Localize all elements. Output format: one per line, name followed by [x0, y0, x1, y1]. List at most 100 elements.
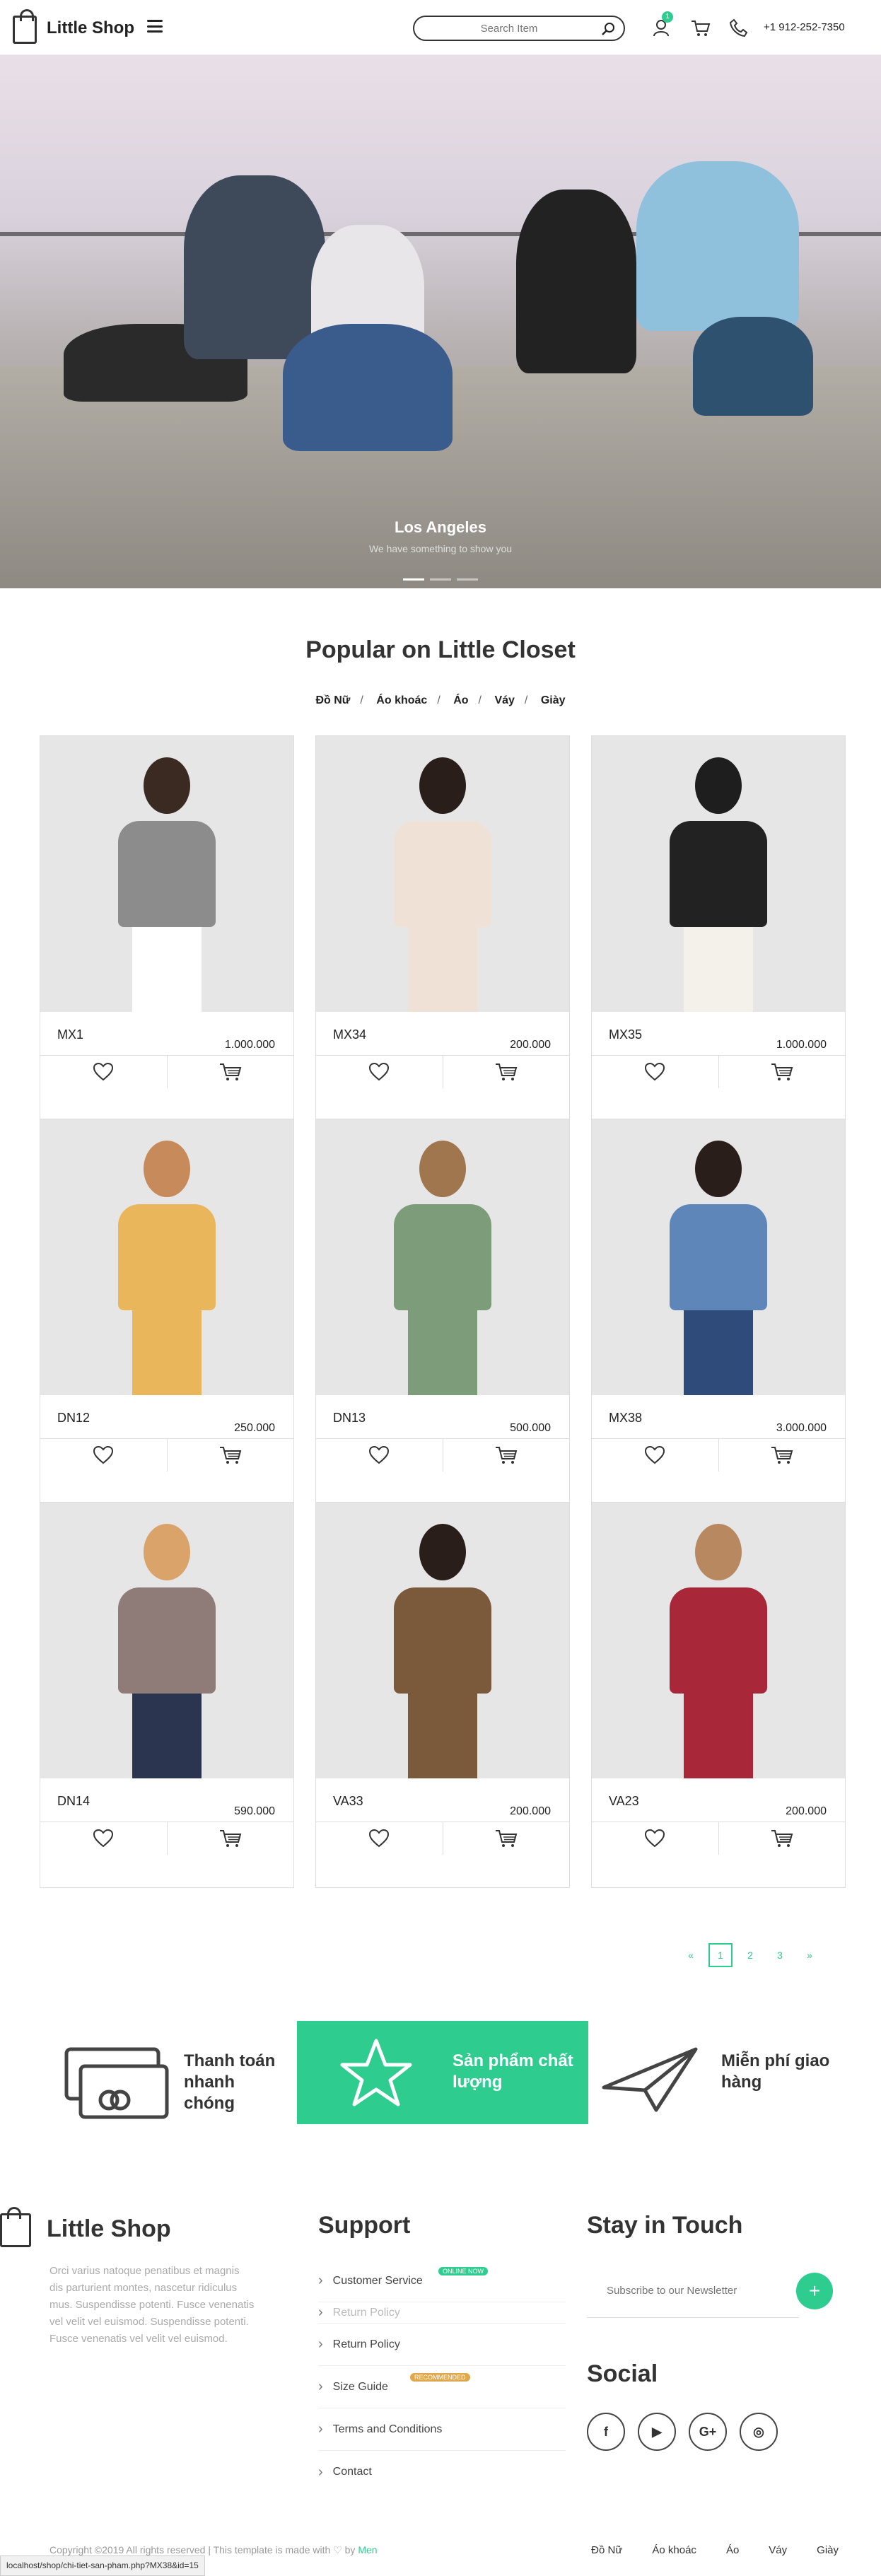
add-to-cart-icon[interactable] [719, 1439, 846, 1471]
product-image[interactable] [316, 736, 569, 1012]
footer-nav-link[interactable]: Váy [769, 2544, 787, 2556]
add-to-cart-icon[interactable] [168, 1822, 294, 1855]
wishlist-heart-icon[interactable] [592, 1439, 719, 1471]
add-to-cart-icon[interactable] [168, 1439, 294, 1471]
footer-nav: Đồ Nữ Áo khoác Áo Váy Giày [591, 2544, 839, 2556]
facebook-icon[interactable]: f [587, 2413, 625, 2451]
pagination-next[interactable]: » [798, 1943, 822, 1967]
add-to-cart-icon[interactable] [443, 1056, 570, 1088]
subscribe-button[interactable]: + [796, 2273, 833, 2309]
search-icon[interactable] [601, 22, 615, 36]
product-name[interactable]: MX34 [333, 1027, 366, 1042]
add-to-cart-icon[interactable] [443, 1822, 570, 1855]
pagination-page[interactable]: 2 [738, 1943, 762, 1967]
menu-icon[interactable] [147, 20, 163, 33]
support-link[interactable]: Customer ServiceONLINE NOW [318, 2260, 566, 2302]
cart-icon[interactable] [690, 17, 711, 38]
pagination-prev[interactable]: « [679, 1943, 703, 1967]
category-link[interactable]: Áo khoác [376, 694, 427, 706]
user-icon[interactable]: 1 [652, 11, 673, 38]
wishlist-heart-icon[interactable] [40, 1822, 168, 1855]
product-price: 590.000 [234, 1805, 275, 1817]
product-image[interactable] [316, 1503, 569, 1778]
stay-in-touch-title: Stay in Touch [587, 2212, 743, 2239]
footer-nav-link[interactable]: Giày [817, 2544, 839, 2556]
support-link[interactable]: Contact [318, 2451, 566, 2493]
product-card[interactable]: MX1 1.000.000 [40, 735, 294, 1121]
product-card[interactable]: MX35 1.000.000 [591, 735, 846, 1121]
search-input[interactable] [424, 20, 594, 37]
logo-text: Little Shop [47, 18, 134, 37]
support-link[interactable]: Return Policy [318, 2324, 566, 2366]
support-link[interactable]: Size GuideRECOMMENDED [318, 2366, 566, 2408]
model-top [118, 821, 216, 927]
instagram-icon[interactable]: ◎ [740, 2413, 778, 2451]
logo[interactable]: Little Shop [13, 9, 134, 44]
pagination-page[interactable]: 1 [708, 1943, 733, 1967]
model-head [144, 1141, 190, 1197]
wishlist-heart-icon[interactable] [40, 1056, 168, 1088]
wishlist-heart-icon[interactable] [316, 1822, 443, 1855]
category-link[interactable]: Áo [453, 694, 468, 706]
product-card[interactable]: DN12 250.000 [40, 1119, 294, 1505]
section-title: Popular on Little Closet [305, 636, 576, 663]
youtube-icon[interactable]: ▶ [638, 2413, 676, 2451]
add-to-cart-icon[interactable] [168, 1056, 294, 1088]
category-link[interactable]: Váy [494, 694, 514, 706]
carousel-dots[interactable] [403, 578, 478, 581]
wishlist-heart-icon[interactable] [316, 1439, 443, 1471]
support-link[interactable]: Return Policy [318, 2302, 566, 2324]
phone-number[interactable]: +1 912-252-7350 [764, 21, 845, 33]
wishlist-heart-icon[interactable] [592, 1056, 719, 1088]
add-to-cart-icon[interactable] [719, 1822, 846, 1855]
product-card[interactable]: VA23 200.000 [591, 1502, 846, 1888]
footer-nav-link[interactable]: Đồ Nữ [591, 2544, 622, 2556]
product-actions [40, 1439, 293, 1471]
product-name[interactable]: MX35 [609, 1027, 642, 1042]
model-bottom [684, 927, 753, 1012]
product-name[interactable]: DN13 [333, 1411, 366, 1426]
newsletter-input[interactable] [587, 2264, 799, 2318]
author-link[interactable]: Men [358, 2544, 377, 2555]
product-image[interactable] [592, 1503, 845, 1778]
product-name[interactable]: DN14 [57, 1794, 90, 1809]
product-image[interactable] [592, 736, 845, 1012]
footer-logo[interactable]: Little Shop [0, 2207, 171, 2247]
wishlist-heart-icon[interactable] [592, 1822, 719, 1855]
footer-nav-link[interactable]: Áo khoác [652, 2544, 696, 2556]
product-image[interactable] [40, 1503, 293, 1778]
product-image[interactable] [40, 736, 293, 1012]
recommended-tag: RECOMMENDED [410, 2373, 470, 2382]
category-link[interactable]: Đồ Nữ [315, 694, 350, 706]
product-card[interactable]: MX38 3.000.000 [591, 1119, 846, 1505]
footer-nav-link[interactable]: Áo [726, 2544, 739, 2556]
product-name[interactable]: VA33 [333, 1794, 363, 1809]
social-links: f ▶ G+ ◎ [587, 2413, 778, 2451]
feature-label: Sản phẩm chất lượng [453, 2051, 573, 2092]
product-actions [316, 1822, 569, 1855]
product-image[interactable] [592, 1119, 845, 1395]
phone-icon[interactable] [728, 17, 749, 38]
product-image[interactable] [316, 1119, 569, 1395]
category-link[interactable]: Giày [541, 694, 566, 706]
support-link[interactable]: Terms and Conditions [318, 2408, 566, 2451]
product-card[interactable]: VA33 200.000 [315, 1502, 570, 1888]
product-actions [592, 1822, 845, 1855]
product-name[interactable]: MX38 [609, 1411, 642, 1426]
pagination-page[interactable]: 3 [768, 1943, 792, 1967]
product-name[interactable]: DN12 [57, 1411, 90, 1426]
product-price: 1.000.000 [776, 1039, 827, 1051]
product-name[interactable]: VA23 [609, 1794, 639, 1809]
product-card[interactable]: DN14 590.000 [40, 1502, 294, 1888]
product-card[interactable]: MX34 200.000 [315, 735, 570, 1121]
google-plus-icon[interactable]: G+ [689, 2413, 727, 2451]
add-to-cart-icon[interactable] [443, 1439, 570, 1471]
product-image[interactable] [40, 1119, 293, 1395]
add-to-cart-icon[interactable] [719, 1056, 846, 1088]
product-name[interactable]: MX1 [57, 1027, 83, 1042]
product-card[interactable]: DN13 500.000 [315, 1119, 570, 1505]
wishlist-heart-icon[interactable] [316, 1056, 443, 1088]
product-price: 250.000 [234, 1422, 275, 1434]
wishlist-heart-icon[interactable] [40, 1439, 168, 1471]
notification-badge: 1 [662, 11, 673, 23]
